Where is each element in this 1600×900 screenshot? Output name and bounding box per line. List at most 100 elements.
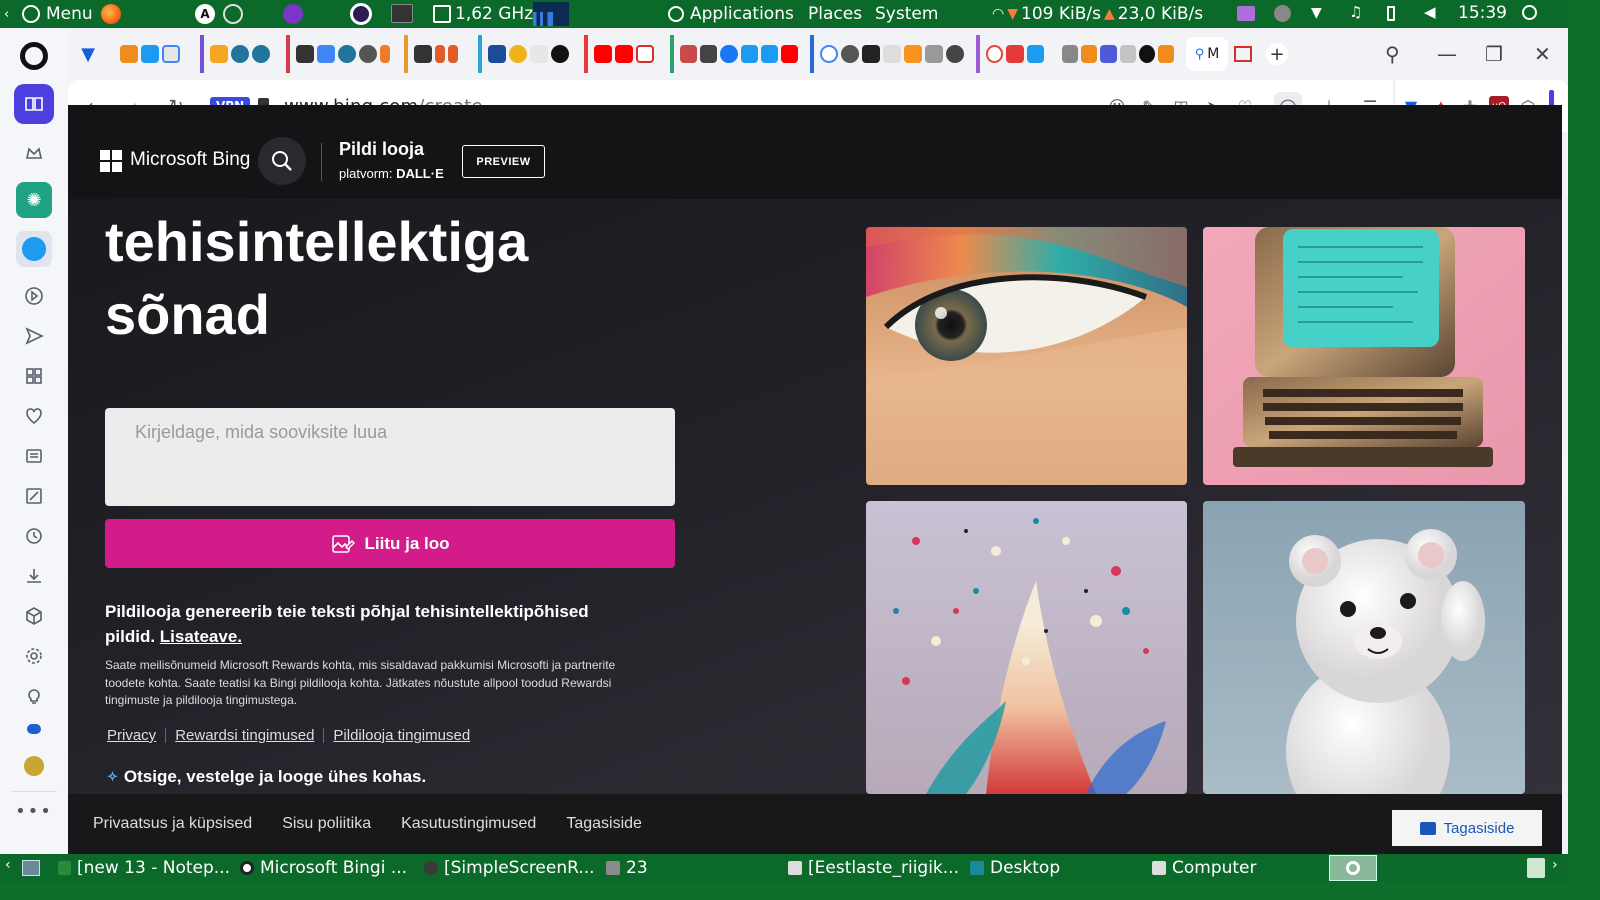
image-create-icon (331, 534, 355, 553)
join-and-create-button[interactable]: Liitu ja loo (105, 519, 675, 568)
workspace-icon[interactable] (14, 84, 54, 124)
task-folder[interactable]: 23 (606, 854, 666, 882)
power-tray-icon[interactable] (1522, 5, 1537, 20)
cpu-chip-icon (433, 5, 451, 23)
sample-image-retro-computer[interactable] (1203, 227, 1525, 485)
tab-item-pinned[interactable]: ▼ (68, 35, 108, 73)
firefox-launcher-icon[interactable] (101, 4, 121, 24)
task-computer[interactable]: Computer (1152, 854, 1272, 882)
system-menu[interactable]: System (875, 0, 938, 28)
downloads-icon[interactable] (14, 556, 54, 596)
privacy-link[interactable]: Privacy (107, 727, 156, 744)
tab-group-misc[interactable] (976, 35, 1050, 73)
download-speed: 109 KiB/s (1021, 4, 1101, 24)
tab-group-news[interactable] (478, 35, 578, 73)
podcast-app-icon[interactable] (283, 4, 303, 24)
news-icon[interactable] (14, 436, 54, 476)
sample-image-polar-bear[interactable] (1203, 501, 1525, 794)
footer-privacy-link[interactable]: Privaatsus ja küpsised (93, 815, 252, 833)
rewards-terms-link[interactable]: Rewardsi tingimused (175, 727, 314, 744)
settings-app-icon[interactable] (223, 4, 243, 24)
terminal-launcher-icon[interactable] (391, 4, 413, 23)
tab-active-bing[interactable]: ⚲ M (1186, 37, 1228, 71)
footer-content-policy-link[interactable]: Sisu poliitika (282, 815, 371, 833)
tab-group-media[interactable] (670, 35, 804, 73)
menu-button[interactable]: Menu (22, 0, 93, 28)
chat-bubble-icon[interactable] (27, 724, 41, 734)
footer-terms-link[interactable]: Kasutustingimused (401, 815, 536, 833)
places-menu[interactable]: Places (808, 0, 862, 28)
tab-group-video[interactable] (584, 35, 664, 73)
taskbar-right-arrow[interactable]: › (1552, 857, 1558, 873)
tips-lightbulb-icon[interactable] (14, 676, 54, 716)
send-icon[interactable] (14, 316, 54, 356)
tab-search-icon[interactable]: ⚲ (1385, 42, 1400, 66)
twitter-sidebar-icon[interactable] (16, 231, 52, 267)
search-icon (272, 151, 292, 171)
tab-group-wordpress[interactable] (200, 35, 280, 73)
more-options-icon[interactable]: ••• (15, 801, 53, 822)
sample-image-paint-splash[interactable] (866, 501, 1187, 794)
app-title[interactable]: Pildi looja (339, 139, 424, 160)
maximize-button[interactable]: ❐ (1485, 42, 1503, 66)
microsoft-logo-icon[interactable] (100, 150, 122, 172)
crown-icon[interactable] (14, 133, 54, 173)
show-desktop-icon[interactable] (22, 860, 40, 876)
fine-print: Saate meilisõnumeid Microsoft Rewards ko… (105, 658, 616, 707)
panel-left-arrow[interactable]: ‹ (4, 0, 9, 28)
chatgpt-icon[interactable]: ✺ (16, 182, 52, 218)
feedback-button-label: Tagasiside (1443, 819, 1515, 837)
speed-dial-icon[interactable] (14, 356, 54, 396)
task-notepad[interactable]: [new 13 - Notep... (58, 854, 230, 882)
bing-brand[interactable]: Microsoft Bing (130, 149, 250, 171)
task-screen-recorder[interactable]: [SimpleScreenR... (424, 854, 596, 882)
tab-favicon-icon (1100, 45, 1117, 63)
tab-favicon-icon (162, 45, 180, 63)
tab-group-extra[interactable] (1056, 35, 1180, 73)
prompt-input[interactable] (105, 408, 675, 506)
feedback-button[interactable]: Tagasiside (1392, 810, 1542, 846)
image-creator-terms-link[interactable]: Pildilooja tingimused (333, 727, 470, 744)
search-button[interactable] (258, 137, 306, 185)
gmail-tab-icon[interactable] (1234, 46, 1252, 62)
coin-app-icon[interactable] (24, 756, 44, 776)
facebook-tab-icon (720, 45, 738, 63)
learn-more-link[interactable]: Lisateave. (160, 627, 242, 646)
close-window-button[interactable]: ✕ (1534, 42, 1551, 66)
tab-group-search[interactable] (810, 35, 970, 73)
applications-menu[interactable]: Applications (668, 0, 794, 28)
opera-logo-icon[interactable] (20, 42, 48, 70)
notification-bell-icon[interactable]: ♫ (1349, 3, 1362, 21)
footer-feedback-link[interactable]: Tagasiside (566, 815, 642, 833)
sample-image-eye[interactable] (866, 227, 1187, 485)
tab-favicon-icon (1006, 45, 1024, 63)
bookmarks-heart-icon[interactable] (14, 396, 54, 436)
audio-visualizer-icon[interactable] (1237, 6, 1255, 21)
tab-group-library[interactable] (286, 35, 398, 73)
tab-group-archive[interactable] (404, 35, 472, 73)
task-bing-browser[interactable]: Microsoft Bingi ... (240, 854, 415, 882)
clock[interactable]: 15:39 (1458, 3, 1507, 23)
task-desktop[interactable]: Desktop (970, 854, 1090, 882)
trash-icon[interactable] (1527, 858, 1545, 878)
workspace-switcher[interactable] (1329, 855, 1377, 881)
settings-gear-icon[interactable] (14, 636, 54, 676)
minimize-button[interactable]: — (1437, 42, 1457, 66)
notepad-icon (58, 861, 71, 875)
new-tab-button[interactable]: + (1266, 43, 1288, 65)
battery-tray-icon[interactable] (1387, 6, 1395, 21)
twitter-tab-icon (740, 45, 758, 63)
task-document[interactable]: [Eestlaste_riigik... (788, 854, 960, 882)
player-icon[interactable] (14, 276, 54, 316)
tab-group-social[interactable] (114, 35, 194, 73)
extensions-cube-icon[interactable] (14, 596, 54, 636)
taskbar-left-arrow[interactable]: ‹ (5, 857, 11, 873)
volume-tray-icon[interactable]: ◀ (1424, 3, 1436, 21)
font-app-icon[interactable]: A (195, 4, 215, 24)
history-icon[interactable] (14, 516, 54, 556)
pinboard-icon[interactable] (14, 476, 54, 516)
wifi-tray-icon[interactable]: ▼ (1311, 5, 1322, 21)
info-tray-icon[interactable] (1274, 5, 1291, 22)
task-label: Microsoft Bingi ... (260, 858, 408, 878)
opera-launcher-icon[interactable] (350, 3, 372, 25)
